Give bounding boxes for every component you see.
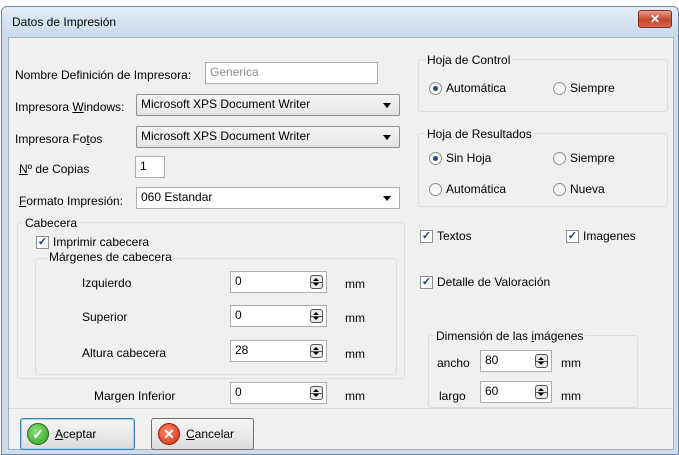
bottom-margin-label: Margen Inferior (94, 389, 176, 403)
image-length-spinner[interactable]: 60 (480, 381, 552, 403)
left-margin-label: Izquierdo (82, 276, 132, 290)
left-margin-spinner[interactable]: 0 (230, 271, 327, 293)
left-margin-unit: mm (345, 277, 365, 291)
results-new-label: Nueva (570, 182, 605, 196)
window-title: Datos de Impresión (12, 15, 117, 29)
button-bar: ✓ Aceptar ✕ Cancelar (9, 408, 673, 450)
detail-checkbox[interactable]: ✓ (420, 276, 433, 289)
header-height-unit: mm (345, 347, 365, 361)
top-margin-label: Superior (82, 310, 128, 324)
margins-group-legend: Márgenes de cabecera (47, 250, 174, 264)
control-always-radio[interactable] (553, 82, 566, 95)
texts-checkbox[interactable]: ✓ (420, 230, 433, 243)
image-width-label: ancho (437, 356, 470, 370)
bottom-margin-spinner[interactable]: 0 (230, 382, 327, 404)
check-circle-icon: ✓ (27, 423, 49, 445)
photo-printer-value: Microsoft XPS Document Writer (141, 129, 311, 143)
accept-button[interactable]: ✓ Aceptar (20, 418, 135, 450)
print-header-label: Imprimir cabecera (53, 235, 150, 249)
top-margin-unit: mm (345, 311, 365, 325)
image-width-unit: mm (561, 356, 581, 370)
x-circle-icon: ✕ (158, 423, 180, 445)
images-checkbox[interactable]: ✓ (566, 230, 579, 243)
control-sheet-legend: Hoja de Control (425, 53, 513, 67)
format-select[interactable]: 060 Estandar (136, 187, 400, 209)
results-none-radio[interactable] (429, 152, 442, 165)
windows-printer-value: Microsoft XPS Document Writer (141, 97, 311, 111)
title-bar: Datos de Impresión ✕ (2, 7, 678, 37)
control-always-label: Siempre (570, 81, 615, 95)
results-sheet-legend: Hoja de Resultados (425, 127, 534, 141)
format-label: Formato Impresión: (19, 194, 124, 208)
texts-label: Textos (437, 229, 472, 243)
top-margin-spinner[interactable]: 0 (230, 305, 327, 327)
header-height-label: Altura cabecera (82, 346, 167, 360)
cancel-button[interactable]: ✕ Cancelar (151, 418, 254, 450)
results-always-label: Siempre (570, 151, 615, 165)
results-none-label: Sin Hoja (446, 151, 492, 165)
chevron-down-icon (383, 103, 391, 108)
image-length-value: 60 (485, 384, 499, 398)
images-label: Imagenes (583, 229, 636, 243)
results-always-radio[interactable] (553, 152, 566, 165)
header-height-value: 28 (235, 343, 249, 357)
bottom-margin-value: 0 (235, 385, 242, 399)
copies-label: Nº de Copias (19, 162, 90, 176)
windows-printer-label: Impresora Windows: (15, 100, 125, 114)
windows-printer-select[interactable]: Microsoft XPS Document Writer (136, 94, 400, 116)
image-width-value: 80 (485, 353, 499, 367)
cancel-label: Cancelar (186, 427, 235, 441)
control-auto-radio[interactable] (429, 82, 442, 95)
detail-label: Detalle de Valoración (437, 275, 551, 289)
image-dims-legend: Dimensión de las imágenes (434, 329, 586, 343)
image-length-unit: mm (561, 389, 581, 403)
results-new-radio[interactable] (553, 183, 566, 196)
control-auto-label: Automática (446, 81, 507, 95)
photo-printer-label: Impresora Fotos (15, 132, 103, 146)
printer-def-field[interactable]: Generica (205, 62, 378, 84)
chevron-down-icon (383, 135, 391, 140)
top-margin-value: 0 (235, 308, 242, 322)
image-length-label: largo (439, 389, 466, 403)
close-icon: ✕ (649, 12, 661, 26)
format-value: 060 Estandar (141, 190, 213, 204)
left-margin-value: 0 (235, 274, 242, 288)
accept-label: Aceptar (55, 427, 97, 441)
dialog-body: Nombre Definición de Impresora: Generica… (8, 37, 674, 450)
chevron-down-icon (383, 196, 391, 201)
print-header-checkbox[interactable]: ✓ (36, 236, 49, 249)
dialog-window: Datos de Impresión ✕ Nombre Definición d… (1, 6, 679, 455)
printer-def-label: Nombre Definición de Impresora: (15, 68, 192, 82)
header-height-spinner[interactable]: 28 (230, 340, 327, 362)
header-group-legend: Cabecera (23, 216, 80, 230)
photo-printer-select[interactable]: Microsoft XPS Document Writer (136, 126, 400, 148)
copies-field[interactable]: 1 (135, 156, 165, 178)
image-width-spinner[interactable]: 80 (480, 350, 552, 372)
results-auto-label: Automática (446, 182, 507, 196)
bottom-margin-unit: mm (345, 389, 365, 403)
close-button[interactable]: ✕ (638, 10, 672, 28)
results-auto-radio[interactable] (429, 183, 442, 196)
